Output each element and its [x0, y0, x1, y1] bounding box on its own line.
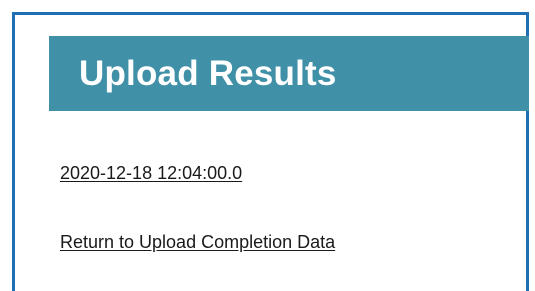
panel-header: Upload Results: [49, 36, 529, 111]
page-title: Upload Results: [79, 54, 337, 93]
upload-timestamp-link[interactable]: 2020-12-18 12:04:00.0: [60, 163, 242, 184]
results-frame: Upload Results 2020-12-18 12:04:00.0 Ret…: [12, 12, 529, 291]
return-to-upload-completion-link[interactable]: Return to Upload Completion Data: [60, 232, 335, 253]
